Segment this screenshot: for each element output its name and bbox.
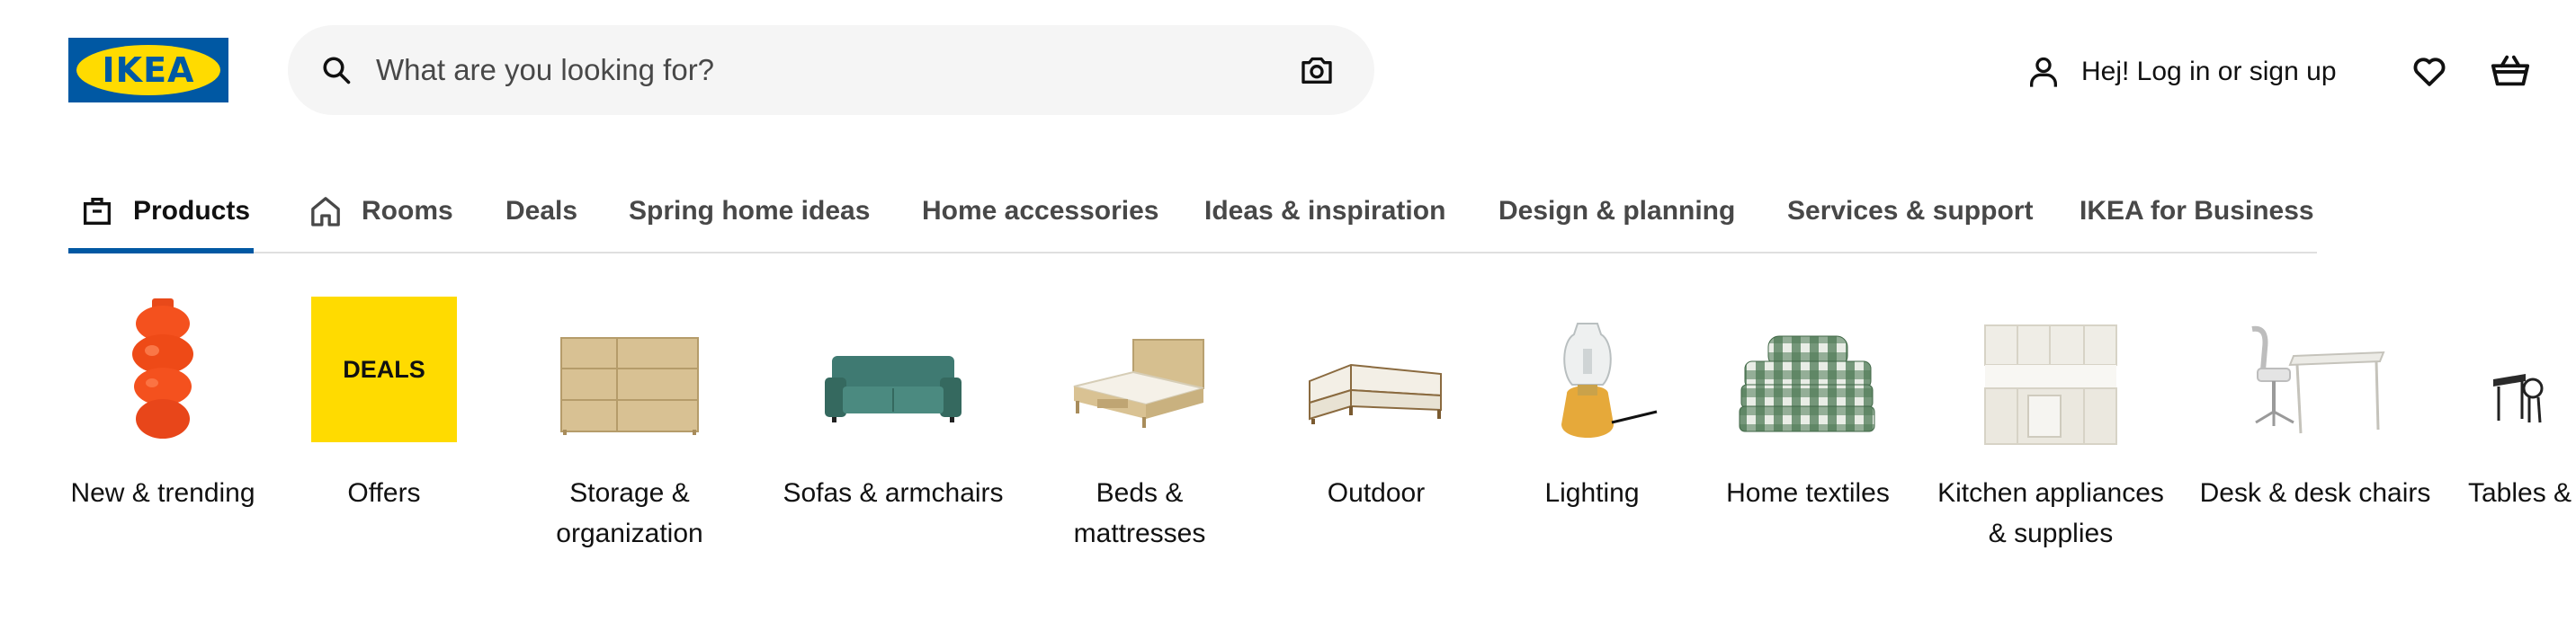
tab-home-accessories[interactable]: Home accessories xyxy=(922,169,1159,253)
main-nav-tabs: Products Rooms Deals Spring home ideas H… xyxy=(68,169,2317,253)
products-bag-icon xyxy=(84,198,111,225)
tab-label: Home accessories xyxy=(922,196,1159,226)
site-header: IKEA Hej! Log in or sign up xyxy=(0,0,2576,144)
tab-ideas-inspiration[interactable]: Ideas & inspiration xyxy=(1204,169,1445,253)
logo-text: IKEA xyxy=(102,50,195,90)
tab-rooms[interactable]: Rooms xyxy=(308,169,453,253)
logo-oval: IKEA xyxy=(76,45,220,95)
search-icon[interactable] xyxy=(320,54,353,86)
category-label: Sofas & armchairs xyxy=(783,478,1004,508)
active-tab-indicator xyxy=(68,248,254,253)
tab-label: Spring home ideas xyxy=(629,196,871,226)
tab-deals[interactable]: Deals xyxy=(505,169,577,253)
category-carousel: New & trending DEALS Offers Storage & or… xyxy=(0,297,2576,593)
tab-label: Ideas & inspiration xyxy=(1204,196,1446,226)
category-label: Kitchen appliances & supplies xyxy=(1937,478,2164,548)
tab-label: Products xyxy=(133,196,251,226)
green-sofa-image xyxy=(825,356,962,422)
category-label: Offers xyxy=(347,478,421,508)
login-link[interactable]: Hej! Log in or sign up xyxy=(2026,49,2337,95)
tab-ikea-for-business[interactable]: IKEA for Business xyxy=(2080,169,2314,253)
bedding-stack-image xyxy=(1739,335,1875,432)
category-label: Outdoor xyxy=(1327,478,1426,508)
tab-spring-home-ideas[interactable]: Spring home ideas xyxy=(629,169,870,253)
orange-vase-image xyxy=(132,298,193,439)
table-lamp-image xyxy=(1561,323,1658,438)
dresser-image xyxy=(560,337,699,435)
tab-products[interactable]: Products xyxy=(79,169,250,253)
tab-services-support[interactable]: Services & support xyxy=(1787,169,2033,253)
search-input[interactable] xyxy=(376,25,1239,115)
desk-chair-image xyxy=(2251,325,2385,434)
category-label: New & trending xyxy=(70,478,255,508)
outdoor-sofa-image xyxy=(1309,363,1442,424)
tab-label: Design & planning xyxy=(1498,196,1736,226)
category-label: Desk & desk chairs xyxy=(2199,478,2431,508)
deals-badge-text: DEALS xyxy=(343,355,425,383)
tab-label: Rooms xyxy=(362,196,453,226)
category-label: Lighting xyxy=(1544,478,1640,508)
heart-icon[interactable] xyxy=(2411,52,2448,90)
house-icon xyxy=(311,197,340,227)
table-chairs-image xyxy=(2493,374,2544,423)
tab-design-planning[interactable]: Design & planning xyxy=(1498,169,1735,253)
basket-icon[interactable] xyxy=(2490,50,2531,92)
category-label: Storage & organization xyxy=(556,478,703,548)
login-label: Hej! Log in or sign up xyxy=(2081,57,2337,86)
kitchen-image xyxy=(1984,324,2117,445)
search-bar[interactable] xyxy=(288,25,1374,115)
bed-image xyxy=(1073,339,1204,428)
camera-icon[interactable] xyxy=(1299,52,1335,88)
category-label: Beds & mattresses xyxy=(1073,478,1206,548)
tab-label: Deals xyxy=(505,196,578,226)
ikea-logo[interactable]: IKEA xyxy=(68,38,228,102)
category-label: Tables & chairs xyxy=(2468,478,2576,508)
category-label: Home textiles xyxy=(1726,478,1890,508)
tab-label: Services & support xyxy=(1787,196,2034,226)
category-tables-chairs[interactable]: Tables & chairs xyxy=(2464,297,2576,593)
tab-label: IKEA for Business xyxy=(2080,196,2314,226)
user-icon xyxy=(2030,57,2057,87)
deals-tile: DEALS xyxy=(311,297,457,442)
